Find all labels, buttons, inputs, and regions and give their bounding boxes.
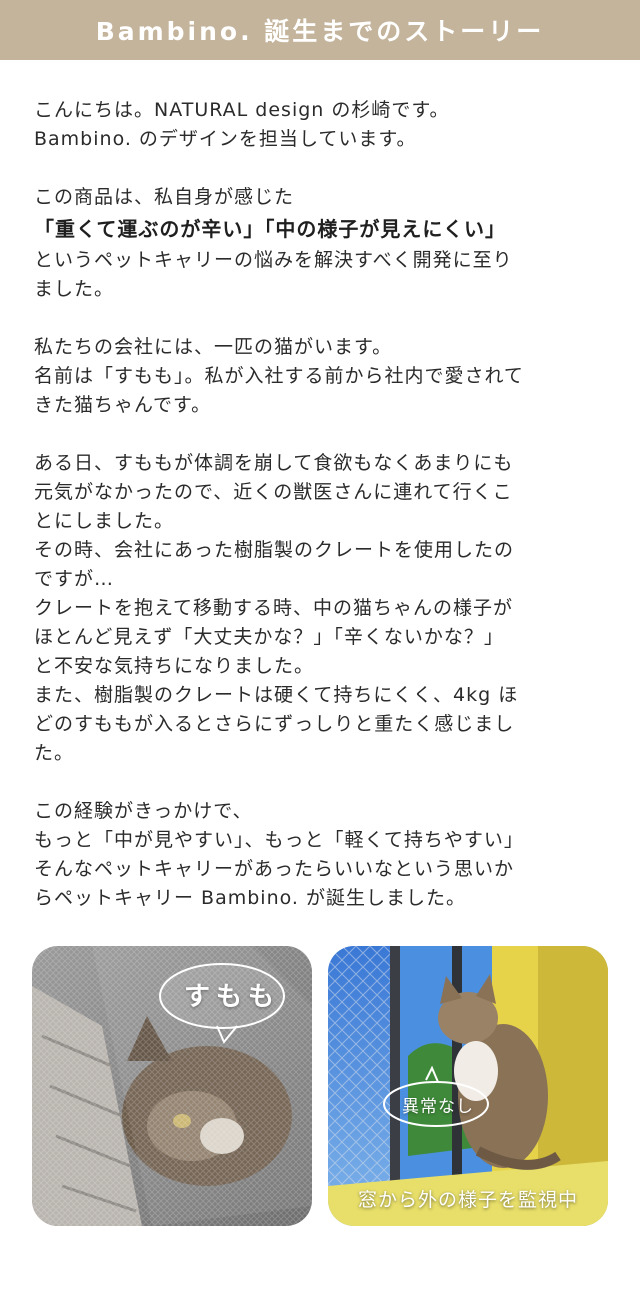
story-line: 名前は「すもも」。私が入社する前から社内で愛されて bbox=[34, 365, 524, 387]
story-line: そんなペットキャリーがあったらいいなという思いか bbox=[34, 858, 515, 880]
highlight-line: 「重くて運ぶのが辛い」「中の様子が見えにくい」 bbox=[34, 217, 506, 241]
story-paragraph-intro: こんにちは。NATURAL design の杉崎です。 Bambino. のデザ… bbox=[34, 96, 606, 154]
story-paragraph-highlight: 「重くて運ぶのが辛い」「中の様子が見えにくい」 bbox=[34, 212, 606, 246]
bubble-label: 異常なし bbox=[402, 1097, 474, 1117]
photo-caption: 窓から外の様子を監視中 bbox=[357, 1189, 578, 1211]
story-line: らペットキャリー Bambino. が誕生しました。 bbox=[34, 887, 466, 909]
story-line: この商品は、私自身が感じた bbox=[34, 186, 295, 208]
story-paragraph-problem: というペットキャリーの悩みを解決すべく開発に至り ました。 bbox=[34, 246, 606, 304]
story-line: 私たちの会社には、一匹の猫がいます。 bbox=[34, 336, 393, 358]
carrier-cat-photo: すもも bbox=[32, 946, 312, 1226]
story-line: というペットキャリーの悩みを解決すべく開発に至り bbox=[34, 249, 513, 271]
story-line: この経験がきっかけで、 bbox=[34, 800, 253, 822]
page-title: Bambino. 誕生までのストーリー bbox=[95, 17, 545, 46]
story-line: 元気がなかったので、近くの獣医さんに連れて行くこ bbox=[34, 481, 513, 503]
story-line: ある日、すももが体調を崩して食欲もなくあまりにも bbox=[34, 452, 514, 474]
story-line: ですが… bbox=[34, 568, 115, 590]
story-line: こんにちは。NATURAL design の杉崎です。 bbox=[34, 99, 450, 121]
story-line: その時、会社にあった樹脂製のクレートを使用したの bbox=[34, 539, 515, 561]
story-line: どのすももが入るとさらにずっしりと重たく感じまし bbox=[34, 713, 515, 735]
window-cat-illustration bbox=[328, 946, 608, 1226]
story-section: こんにちは。NATURAL design の杉崎です。 Bambino. のデザ… bbox=[0, 96, 640, 913]
story-paragraph-conclusion: この経験がきっかけで、 もっと「中が見やすい」、もっと「軽くて持ちやすい」 そん… bbox=[34, 797, 606, 913]
story-line: と不安な気持ちになりました。 bbox=[34, 655, 315, 677]
story-paragraph-cat: 私たちの会社には、一匹の猫がいます。 名前は「すもも」。私が入社する前から社内で… bbox=[34, 333, 606, 420]
bubble-label: すもも bbox=[184, 982, 281, 1012]
story-line: ほとんど見えず「大丈夫かな？」「辛くないかな？」 bbox=[34, 626, 504, 648]
header-banner: Bambino. 誕生までのストーリー bbox=[0, 0, 640, 60]
story-line: とにしました。 bbox=[34, 510, 175, 532]
window-cat-photo: 異常なし 窓から外の様子を監視中 bbox=[328, 946, 608, 1226]
story-line: もっと「中が見やすい」、もっと「軽くて持ちやすい」 bbox=[34, 829, 524, 851]
story-paragraph-episode: ある日、すももが体調を崩して食欲もなくあまりにも 元気がなかったので、近くの獣医… bbox=[34, 449, 606, 768]
photo-gallery: すもも 異常なし 窓から外の様子を監視中 bbox=[0, 946, 640, 1226]
story-line: ました。 bbox=[34, 278, 115, 300]
story-line: Bambino. のデザインを担当しています。 bbox=[34, 128, 417, 150]
story-line: た。 bbox=[34, 742, 75, 764]
story-line: クレートを抱えて移動する時、中の猫ちゃんの様子が bbox=[34, 597, 514, 619]
story-line: きた猫ちゃんです。 bbox=[34, 394, 212, 416]
story-line: また、樹脂製のクレートは硬くて持ちにくく、4kg ほ bbox=[34, 684, 519, 706]
story-paragraph-product: この商品は、私自身が感じた bbox=[34, 183, 606, 212]
